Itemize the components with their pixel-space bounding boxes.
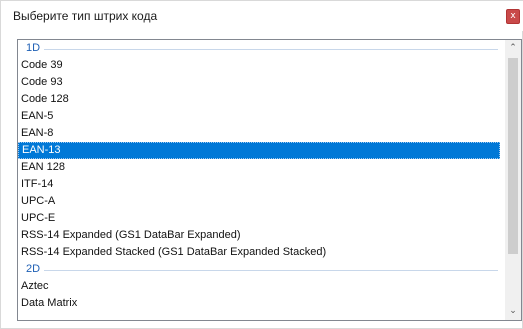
list-item-data-matrix[interactable]: Data Matrix: [18, 295, 500, 312]
dialog-title: Выберите тип штрих кода: [13, 9, 158, 23]
group-header-2d: 2D: [18, 261, 500, 278]
title-bar: Выберите тип штрих кода x: [1, 1, 523, 31]
list-item-aztec[interactable]: Aztec: [18, 278, 500, 295]
scroll-thumb[interactable]: [508, 58, 518, 254]
list-item-ean-5[interactable]: EAN-5: [18, 108, 500, 125]
group-header-1d: 1D: [18, 40, 500, 57]
list-item-code-128[interactable]: Code 128: [18, 91, 500, 108]
list-item-ean-128[interactable]: EAN 128: [18, 159, 500, 176]
vertical-scrollbar[interactable]: ⌃ ⌄: [505, 40, 521, 320]
close-button[interactable]: x: [506, 9, 520, 24]
list-item-itf-14[interactable]: ITF-14: [18, 176, 500, 193]
list-item-code-93[interactable]: Code 93: [18, 74, 500, 91]
list-item-upc-a[interactable]: UPC-A: [18, 193, 500, 210]
group-divider: [44, 270, 498, 271]
list-item-ean-8[interactable]: EAN-8: [18, 125, 500, 142]
scroll-down-button[interactable]: ⌄: [505, 303, 521, 320]
chevron-down-icon: ⌄: [509, 306, 517, 316]
chevron-up-icon: ⌃: [509, 43, 517, 53]
barcode-type-list[interactable]: 1D Code 39 Code 93 Code 128 EAN-5 EAN-8 …: [17, 39, 522, 321]
list-item-rss-14-expanded[interactable]: RSS-14 Expanded (GS1 DataBar Expanded): [18, 227, 500, 244]
list-item-rss-14-expanded-stacked[interactable]: RSS-14 Expanded Stacked (GS1 DataBar Exp…: [18, 244, 500, 261]
barcode-type-dialog: Выберите тип штрих кода x 1D Code 39 Cod…: [0, 0, 523, 329]
list-viewport: 1D Code 39 Code 93 Code 128 EAN-5 EAN-8 …: [18, 40, 503, 320]
group-divider: [44, 49, 498, 50]
group-label: 1D: [26, 42, 41, 54]
list-item-upc-e[interactable]: UPC-E: [18, 210, 500, 227]
scroll-up-button[interactable]: ⌃: [505, 40, 521, 57]
list-item-ean-13[interactable]: EAN-13: [18, 142, 500, 159]
list-item-code-39[interactable]: Code 39: [18, 57, 500, 74]
group-label: 2D: [26, 263, 41, 275]
close-icon: x: [510, 11, 516, 21]
